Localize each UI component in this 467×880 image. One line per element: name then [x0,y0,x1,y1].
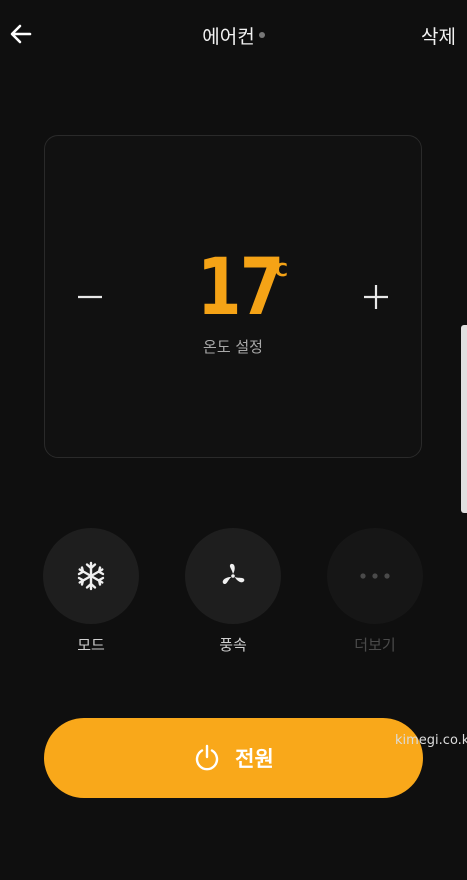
decrease-temperature-button[interactable] [75,282,105,312]
more-control: 더보기 [327,528,423,655]
temperature-unit: ℃ [266,260,288,281]
fan-speed-control: 풍속 [185,528,281,655]
app-header: 에어컨 삭제 [0,0,467,72]
more-icon [360,573,390,579]
snowflake-icon [77,561,105,591]
fan-icon [222,563,245,585]
scroll-handle[interactable] [461,325,467,513]
mode-control: 모드 [43,528,139,655]
more-button[interactable] [327,528,423,624]
mode-label: 모드 [77,636,105,654]
status-dot [258,31,265,38]
delete-button[interactable]: 삭제 [421,22,456,49]
page-title: 에어컨 [0,22,467,49]
power-label: 전원 [235,747,274,771]
power-button[interactable]: 전원 [44,718,423,798]
minus-icon [78,295,102,299]
watermark: kimegi.co.kr [395,733,467,748]
temperature-label: 온도 설정 [203,338,263,356]
fan-speed-button[interactable] [185,528,281,624]
page-title-text: 에어컨 [202,26,255,48]
mode-button[interactable] [43,528,139,624]
plus-icon [364,285,388,309]
more-label: 더보기 [354,636,396,654]
increase-temperature-button[interactable] [361,282,391,312]
temperature-card: 17 ℃ 온도 설정 [44,135,422,458]
fan-speed-label: 풍속 [219,636,247,654]
power-icon [195,744,219,771]
